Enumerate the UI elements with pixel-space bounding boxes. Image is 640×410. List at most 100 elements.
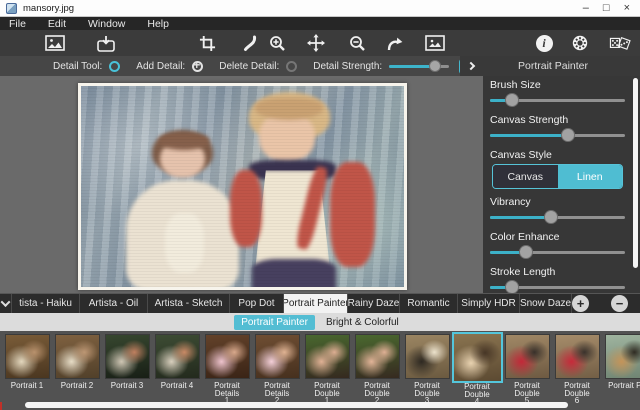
thumbnail-portrait-pe[interactable]: Portrait Pe [602,334,640,410]
zoom-in-icon[interactable] [266,33,288,53]
settings-icon[interactable] [569,33,591,53]
window-title: mansory.jpg [23,3,74,14]
thumbnail-portrait-double-6[interactable]: PortraitDouble6 [552,334,602,410]
window-controls: – □ × [583,3,640,14]
crop-icon[interactable] [196,33,218,53]
thumbnail-portrait-double-4-image [452,332,503,383]
open-image-icon[interactable] [44,33,66,53]
info-icon[interactable]: i [533,33,555,53]
add-style-button[interactable]: + [572,295,589,312]
slider-canvas-strength[interactable] [490,128,625,142]
thumbnail-portrait-1-image [5,334,50,379]
thumbnail-portrait-double-3[interactable]: PortraitDouble3 [402,334,452,410]
tab-artista-oil[interactable]: Artista - Oil [80,294,148,313]
canvas-area[interactable] [0,76,483,293]
thumbnail-portrait-double-4[interactable]: PortraitDouble4 [452,334,502,410]
preset-thumbnail-strip: Portrait 1 Portrait 2 Portrait 3 Portrait 4… [0,331,640,410]
thumbnail-portrait-pe-label: Portrait Pe [608,382,640,390]
thumbnail-portrait-details-1[interactable]: PortraitDetails1 [202,334,252,410]
slider-label-canvas-strength: Canvas Strength [490,114,633,126]
slider-color-enhance[interactable] [490,245,625,259]
slider-label-color-enhance: Color Enhance [490,231,633,243]
thumbnail-portrait-2-image [55,334,100,379]
canvas-style-label: Canvas Style [490,149,633,161]
slider-block-stroke-length: Stroke Length [490,266,633,294]
thumbnail-portrait-double-6-image [555,334,600,379]
detail-strength-handle[interactable] [429,60,441,72]
move-tool-icon[interactable] [305,33,327,53]
close-button[interactable]: × [624,3,630,14]
thumbnail-portrait-double-2-image [355,334,400,379]
minimize-button[interactable]: – [583,3,589,14]
thumbnail-portrait-1[interactable]: Portrait 1 [2,334,52,410]
subtab-portrait-painter[interactable]: Portrait Painter [234,315,315,330]
thumbnail-scrollbar[interactable] [25,402,568,408]
thumbnail-portrait-4-label: Portrait 4 [161,382,193,390]
redo-icon[interactable] [384,33,406,53]
thumbnail-portrait-double-2[interactable]: PortraitDouble2 [352,334,402,410]
menu-help[interactable]: Help [136,18,180,30]
thumbnail-portrait-details-2[interactable]: PortraitDetails2 [252,334,302,410]
thumbnail-portrait-2-label: Portrait 2 [61,382,93,390]
randomize-dice-icon[interactable]: ⚄⚂ [607,33,629,53]
detail-tool-icon[interactable] [109,61,120,72]
save-icon[interactable] [95,33,117,53]
thumbnail-portrait-2[interactable]: Portrait 2 [52,334,102,410]
slider-handle-brush-size[interactable] [505,93,519,107]
photo-canvas[interactable] [78,83,407,290]
slider-brush-size[interactable] [490,93,625,107]
slider-label-brush-size: Brush Size [490,79,633,91]
panel-title: Portrait Painter [474,60,640,72]
canvas-style-option-canvas[interactable]: Canvas [493,165,558,188]
thumbnail-portrait-1-label: Portrait 1 [11,382,43,390]
slider-handle-canvas-strength[interactable] [561,128,575,142]
remove-style-button[interactable]: − [611,295,628,312]
slider-label-vibrancy: Vibrancy [490,196,633,208]
detail-strength-slider[interactable] [389,60,449,72]
edge-marker-bottom [0,402,2,410]
add-detail-icon[interactable] [192,61,203,72]
thumbnail-portrait-double-5[interactable]: PortraitDouble5 [502,334,552,410]
menu-window[interactable]: Window [77,18,136,30]
slider-fill [490,134,568,137]
slider-handle-color-enhance[interactable] [519,245,533,259]
slider-vibrancy[interactable] [490,210,625,224]
thumbnail-portrait-double-5-image [505,334,550,379]
thumbnail-portrait-details-2-image [255,334,300,379]
slider-block-vibrancy: Vibrancy [490,196,633,224]
tab-rainy-daze[interactable]: Rainy Daze [348,294,400,313]
tab-portrait-painter[interactable]: Portrait Painter [284,294,348,313]
menu-edit[interactable]: Edit [37,18,77,30]
detail-strength-label: Detail Strength: [313,61,382,72]
thumbnail-portrait-double-1[interactable]: PortraitDouble1 [302,334,352,410]
thumbnail-portrait-3-label: Portrait 3 [111,382,143,390]
subtab-bright-colorful[interactable]: Bright & Colorful [319,315,406,330]
style-tab-bar: tista - HaikuArtista - OilArtista - Sket… [0,293,640,313]
thumbnail-portrait-3-image [105,334,150,379]
collapse-tray-button[interactable] [0,294,12,313]
tab-artista-sketch[interactable]: Artista - Sketch [148,294,230,313]
maximize-button[interactable]: □ [603,3,610,14]
slider-block-canvas-strength: Canvas Strength [490,114,633,142]
image-preview-icon[interactable] [424,33,446,53]
canvas-style-option-linen[interactable]: Linen [558,165,623,188]
zoom-out-icon[interactable] [346,33,368,53]
panel-scrollbar[interactable] [633,78,638,268]
slider-fill [490,216,551,219]
tab-pop-dot[interactable]: Pop Dot [230,294,284,313]
preset-group-bar: Portrait Painter Bright & Colorful [0,313,640,331]
tab-snow-daze[interactable]: Snow Daze [520,294,572,313]
delete-detail-icon[interactable] [286,61,297,72]
thumbnail-portrait-4[interactable]: Portrait 4 [152,334,202,410]
tab-simply-hdr[interactable]: Simply HDR [458,294,520,313]
slider-handle-vibrancy[interactable] [544,210,558,224]
menu-file[interactable]: File [0,18,37,30]
slider-stroke-length[interactable] [490,280,625,294]
brush-tool-icon[interactable] [238,33,260,53]
detail-tool-label: Detail Tool: [53,61,102,72]
delete-detail-label: Delete Detail: [219,61,279,72]
slider-handle-stroke-length[interactable] [505,280,519,294]
tab-tista-haiku[interactable]: tista - Haiku [12,294,80,313]
thumbnail-portrait-3[interactable]: Portrait 3 [102,334,152,410]
tab-romantic[interactable]: Romantic [400,294,458,313]
